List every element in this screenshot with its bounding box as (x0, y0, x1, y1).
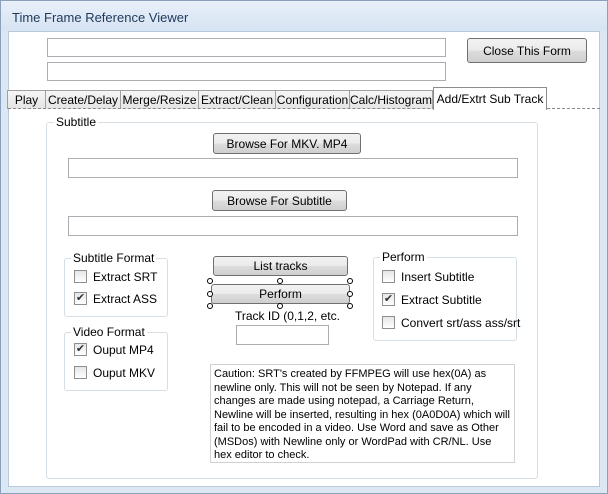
extract-ass-checkbox[interactable]: ✔ (74, 292, 87, 305)
browse-subtitle-button[interactable]: Browse For Subtitle (212, 190, 347, 211)
subtitle-group-label: Subtitle (54, 115, 99, 129)
header-field-2[interactable] (47, 62, 446, 81)
output-mkv-checkbox[interactable] (74, 366, 87, 379)
perform-button[interactable]: Perform (211, 284, 350, 304)
check-mark-icon: ✔ (75, 292, 86, 304)
subtitle-format-label: Subtitle Format (71, 251, 157, 265)
header-field-1[interactable] (47, 38, 446, 57)
insert-subtitle-label: Insert Subtitle (401, 270, 475, 284)
output-mkv-label: Ouput MKV (93, 366, 156, 380)
resize-handle[interactable] (207, 303, 213, 309)
mkv-path-field[interactable] (68, 158, 518, 178)
extract-subtitle-label: Extract Subtitle (401, 293, 482, 307)
perform-group-label: Perform (380, 250, 427, 264)
output-mp4-label: Ouput MP4 (93, 343, 154, 357)
extract-srt-checkbox[interactable] (74, 270, 87, 283)
resize-handle[interactable] (207, 291, 213, 297)
close-form-button[interactable]: Close This Form (467, 38, 587, 63)
resize-handle[interactable] (347, 278, 353, 284)
caution-text: Caution: SRT's created by FFMPEG will us… (210, 364, 515, 463)
video-format-group (64, 332, 168, 391)
convert-srt-ass-label: Convert srt/ass ass/srt (401, 316, 521, 330)
output-mp4-checkbox[interactable]: ✔ (74, 343, 87, 356)
resize-handle[interactable] (347, 291, 353, 297)
window-title: Time Frame Reference Viewer (12, 10, 189, 25)
track-id-label: Track ID (0,1,2, etc. (235, 309, 340, 323)
track-id-input[interactable] (236, 325, 329, 345)
insert-subtitle-checkbox[interactable] (382, 270, 395, 283)
extract-subtitle-checkbox[interactable]: ✔ (382, 293, 395, 306)
check-mark-icon: ✔ (383, 293, 394, 305)
tab-add-extrt-sub-track[interactable]: Add/Extrt Sub Track (433, 87, 547, 110)
resize-handle[interactable] (347, 303, 353, 309)
check-mark-icon: ✔ (75, 343, 86, 355)
tab-extract-clean[interactable]: Extract/Clean (198, 90, 276, 109)
tab-create-delay[interactable]: Create/Delay (45, 90, 121, 109)
tab-calc-histogram[interactable]: Calc/Histogram (349, 90, 433, 109)
video-format-label: Video Format (71, 325, 147, 339)
tab-play[interactable]: Play (7, 90, 46, 109)
browse-mkv-button[interactable]: Browse For MKV. MP4 (213, 133, 361, 154)
tab-configuration[interactable]: Configuration (275, 90, 350, 109)
extract-srt-label: Extract SRT (93, 270, 158, 284)
list-tracks-button[interactable]: List tracks (213, 256, 348, 276)
subtitle-path-field[interactable] (68, 216, 518, 236)
convert-srt-ass-checkbox[interactable] (382, 316, 395, 329)
tab-merge-resize[interactable]: Merge/Resize (120, 90, 199, 109)
resize-handle[interactable] (277, 278, 283, 284)
extract-ass-label: Extract ASS (93, 292, 158, 306)
subtitle-format-group (64, 258, 168, 317)
resize-handle[interactable] (207, 278, 213, 284)
